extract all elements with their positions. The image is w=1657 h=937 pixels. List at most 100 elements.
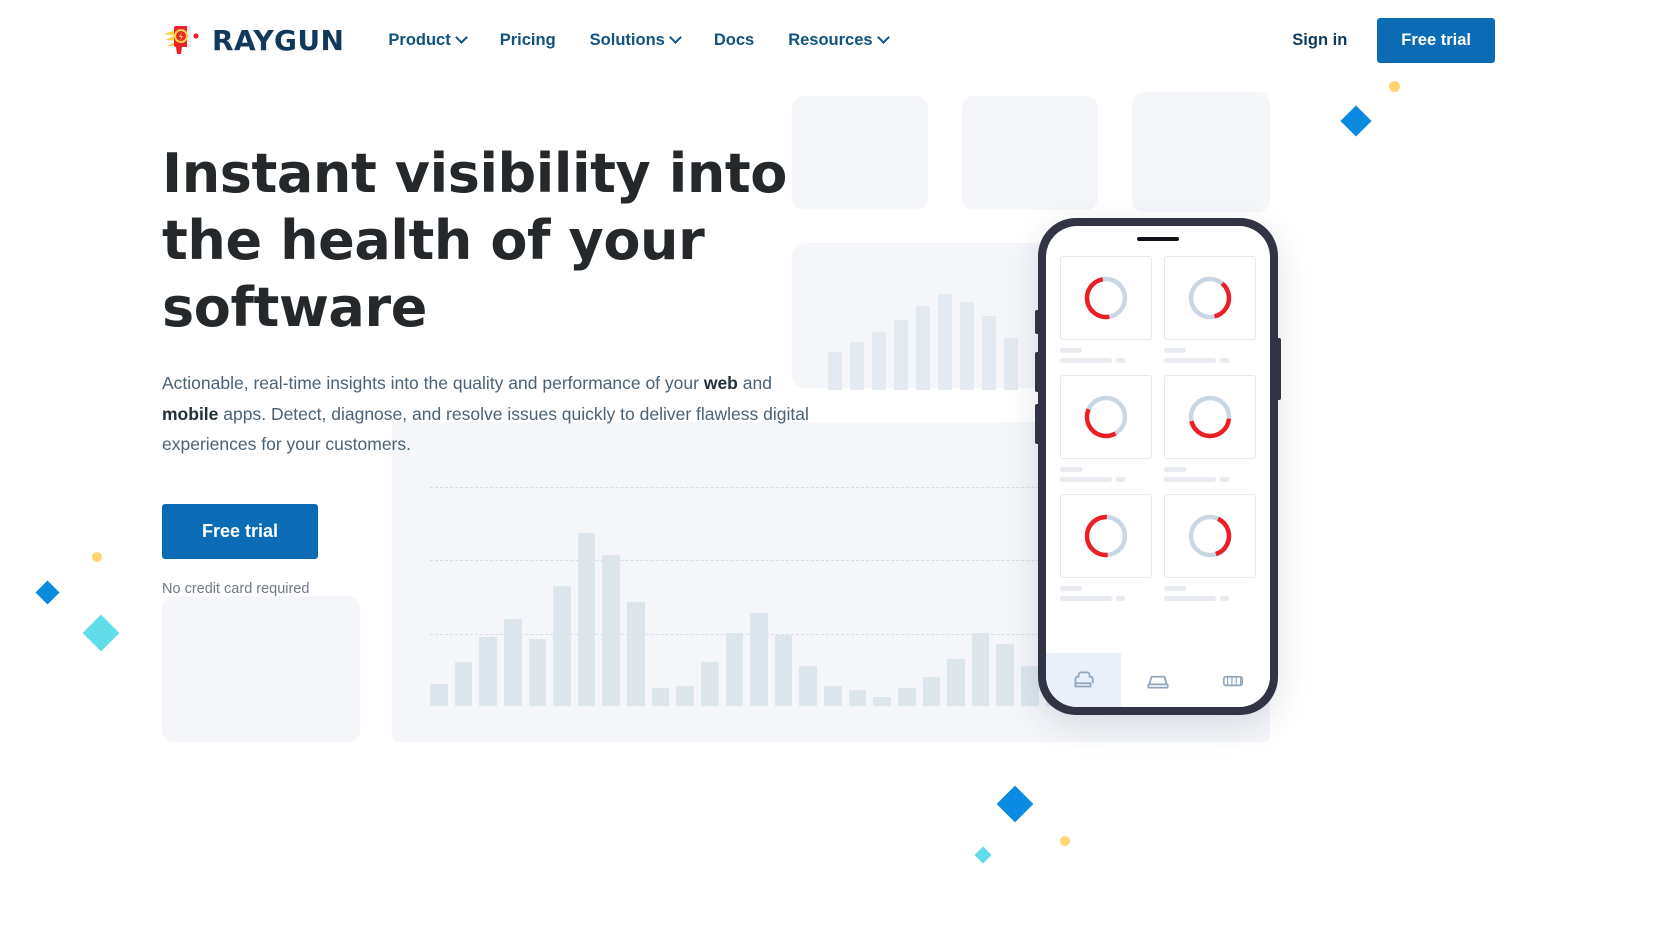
hero-text-2: and [737, 373, 772, 393]
placeholder-row [1060, 467, 1152, 472]
donut-chart-icon [1084, 395, 1128, 439]
nav-item-pricing[interactable]: Pricing [500, 31, 556, 50]
donut-chart-icon [1084, 514, 1128, 558]
chart-bar [454, 661, 473, 706]
nav-item-pricing-label: Pricing [499, 30, 556, 49]
placeholder-bar [1116, 477, 1125, 482]
card-placeholder-text [1060, 348, 1152, 363]
chart-bar [676, 686, 694, 706]
hero-text-3: apps. Detect, diagnose, and resolve issu… [162, 403, 809, 455]
card-placeholder-text [1164, 348, 1256, 363]
sofa-icon [1074, 671, 1094, 688]
placeholder-bar [1060, 467, 1082, 472]
nav-item-solutions[interactable]: Solutions [589, 30, 682, 50]
raygun-logo-icon [164, 26, 199, 54]
chart-bar [824, 686, 842, 706]
nav-item-solutions-label: Solutions [589, 30, 665, 49]
phone-volume-down-button [1035, 404, 1038, 444]
placeholder-bar [1164, 467, 1186, 472]
nav-links: Product Pricing Solutions Docs Resources [388, 30, 890, 50]
diamond-left-small [35, 580, 60, 605]
dashboard-metric-card[interactable] [1164, 375, 1256, 482]
nav-item-product-label: Product [388, 30, 451, 49]
chart-bar [700, 661, 719, 706]
dashboard-card-grid [1060, 256, 1256, 601]
dashboard-metric-card[interactable] [1060, 494, 1152, 601]
phone-screen [1046, 226, 1270, 707]
placeholder-bar [1060, 596, 1112, 601]
hero-paragraph: Actionable, real-time insights into the … [162, 368, 810, 460]
placeholder-row [1060, 586, 1152, 591]
deco-block-3 [1132, 92, 1270, 212]
chart-bar [553, 586, 571, 706]
donut-chart-container [1060, 494, 1152, 578]
placeholder-bar [1060, 358, 1112, 363]
dashboard-metric-card[interactable] [1060, 375, 1152, 482]
dashboard-metric-card[interactable] [1164, 256, 1256, 363]
donut-chart-icon [1084, 276, 1128, 320]
sign-in-link[interactable]: Sign in [1292, 31, 1347, 50]
donut-chart-container [1164, 494, 1256, 578]
chart-bar [750, 612, 768, 706]
dashboard-metric-card[interactable] [1164, 494, 1256, 601]
nav-item-docs[interactable]: Docs [714, 31, 754, 50]
placeholder-bar [1060, 477, 1112, 482]
chart-bar [873, 697, 891, 706]
chart-bar [503, 619, 522, 706]
phone-tab-sofa[interactable] [1046, 653, 1121, 707]
placeholder-row [1164, 348, 1256, 353]
placeholder-row [1164, 586, 1256, 591]
phone-mute-button [1035, 310, 1038, 334]
nav-free-trial-button[interactable]: Free trial [1377, 17, 1495, 63]
donut-chart-icon [1188, 395, 1232, 439]
placeholder-row [1164, 596, 1256, 601]
chart-bar [479, 637, 497, 706]
deco-block-2 [962, 96, 1098, 210]
placeholder-bar [1220, 358, 1229, 363]
placeholder-row [1164, 477, 1256, 482]
nav-item-resources[interactable]: Resources [788, 30, 890, 50]
chart-bar [528, 639, 547, 706]
phone-mockup [1035, 218, 1281, 715]
chart-bar [848, 690, 867, 706]
placeholder-bar [1060, 348, 1082, 353]
hero-section: Instant visibility into the health of yo… [162, 140, 862, 597]
card-placeholder-text [1164, 467, 1256, 482]
deco-block-5 [162, 596, 360, 742]
hero-free-trial-button[interactable]: Free trial [162, 503, 319, 559]
phone-tab-bed[interactable] [1120, 653, 1196, 707]
nav-actions: Sign in Free trial [1292, 17, 1495, 63]
placeholder-bar [1164, 477, 1216, 482]
dot-left [92, 552, 102, 562]
diamond-bottom-cyan [974, 846, 992, 864]
phone-tab-mattress[interactable] [1195, 653, 1270, 707]
dashboard-metric-card[interactable] [1060, 256, 1152, 363]
phone-speaker-bar [1137, 237, 1179, 241]
chart-bar [947, 659, 965, 706]
placeholder-bar [1220, 477, 1229, 482]
nav-item-product[interactable]: Product [388, 30, 468, 50]
donut-chart-container [1060, 256, 1152, 340]
chevron-down-icon [876, 30, 890, 44]
placeholder-bar [1164, 596, 1216, 601]
chart-bar [1021, 666, 1039, 706]
placeholder-bar [1220, 596, 1229, 601]
placeholder-row [1164, 358, 1256, 363]
donut-chart-icon [1188, 514, 1232, 558]
brand-name: RAYGUN [212, 23, 345, 57]
donut-chart-container [1060, 375, 1152, 459]
brand-logo[interactable]: RAYGUN [162, 22, 344, 58]
page-title: Instant visibility into the health of yo… [162, 142, 788, 339]
dot-top-right [1389, 81, 1400, 92]
dot-bottom [1060, 836, 1070, 846]
chart-bar [774, 634, 793, 706]
placeholder-row [1060, 348, 1152, 353]
hero-text-1: Actionable, real-time insights into the … [162, 373, 704, 393]
placeholder-row [1060, 596, 1152, 601]
nav-item-resources-label: Resources [788, 30, 873, 49]
placeholder-row [1060, 477, 1152, 482]
donut-chart-container [1164, 256, 1256, 340]
placeholder-bar [1164, 586, 1186, 591]
chart-bar [996, 643, 1014, 706]
mattress-icon [1222, 675, 1243, 687]
